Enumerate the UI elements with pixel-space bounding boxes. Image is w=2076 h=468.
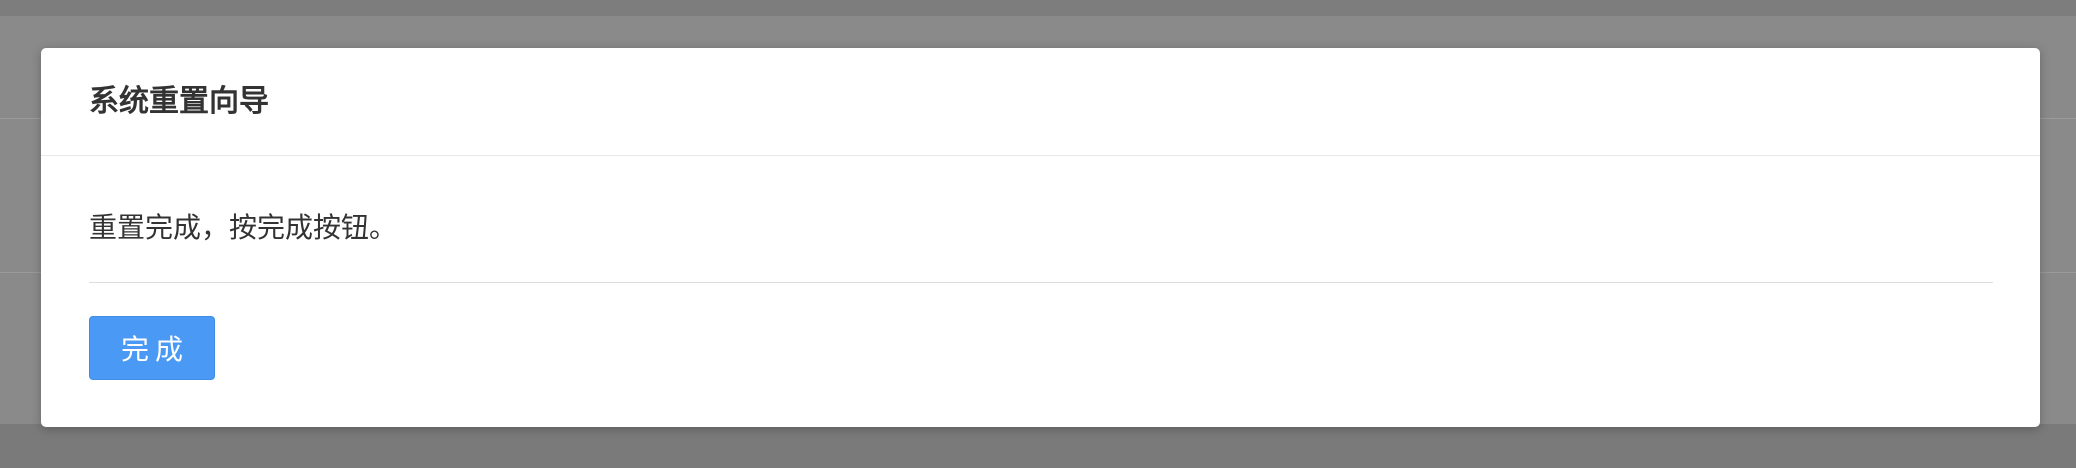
done-button[interactable]: 完成 bbox=[89, 316, 215, 380]
dialog-title: 系统重置向导 bbox=[89, 84, 269, 119]
dialog-header: 系统重置向导 bbox=[41, 48, 2040, 156]
dialog-divider bbox=[89, 282, 1993, 283]
dialog-message: 重置完成，按完成按钮。 bbox=[89, 211, 398, 244]
reset-wizard-dialog: 系统重置向导 重置完成，按完成按钮。 完成 bbox=[41, 48, 2040, 427]
background-footer-band bbox=[0, 424, 2076, 468]
background-header-band bbox=[0, 0, 2076, 16]
